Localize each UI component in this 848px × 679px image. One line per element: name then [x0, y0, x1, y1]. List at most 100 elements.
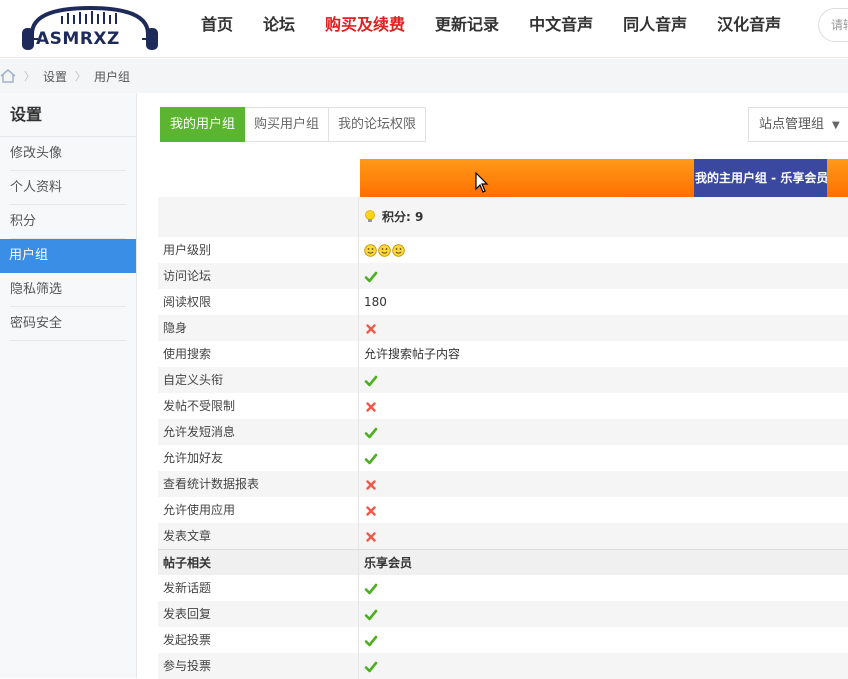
permission-label: 使用搜索 [158, 341, 359, 367]
breadcrumb-separator: 〉 [24, 70, 35, 83]
sidebar-item-privacy[interactable]: 隐私筛选 [10, 273, 126, 307]
permission-label: 发起投票 [158, 627, 359, 653]
permission-label: 查看统计数据报表 [158, 471, 359, 497]
permission-value [359, 471, 848, 497]
admin-group-label: 站点管理组 [759, 117, 825, 132]
permission-label: 允许使用应用 [158, 497, 359, 523]
check-icon [364, 583, 378, 594]
table-row: 发表文章 [158, 523, 848, 549]
check-icon [364, 453, 378, 464]
permission-value: 180 [364, 295, 387, 309]
nav-purchase[interactable]: 购买及续费 [310, 0, 420, 58]
logo-text: ASMRXZ [36, 29, 120, 49]
check-icon [364, 661, 378, 672]
breadcrumb-usergroup[interactable]: 用户组 [94, 68, 130, 85]
permission-label: 允许加好友 [158, 445, 359, 471]
main-group-badge: 我的主用户组 - 乐享会员 [694, 159, 827, 197]
breadcrumb-bar: 〉 设置 〉 用户组 [0, 59, 848, 93]
chevron-down-icon: ▼ [832, 120, 840, 131]
table-row: 查看统计数据报表 [158, 471, 848, 497]
cross-icon [366, 401, 376, 412]
sidebar-item-points[interactable]: 积分 [10, 205, 126, 239]
sidebar-item-avatar[interactable]: 修改头像 [10, 137, 126, 171]
sidebar-title: 设置 [0, 93, 136, 137]
permission-label: 发帖不受限制 [158, 393, 359, 419]
points-label: 积分: 9 [382, 210, 424, 224]
breadcrumb-settings[interactable]: 设置 [43, 68, 67, 85]
search-input[interactable]: 请输 [818, 8, 848, 42]
table-header-blank [158, 159, 359, 197]
sidebar-item-profile[interactable]: 个人资料 [10, 171, 126, 205]
nav-forum[interactable]: 论坛 [248, 0, 310, 58]
tab-my-usergroup[interactable]: 我的用户组 [160, 107, 246, 142]
cross-icon [366, 531, 376, 542]
permission-value [359, 393, 848, 419]
cross-icon [366, 505, 376, 516]
table-row: 发起投票 [158, 627, 848, 653]
permission-value [359, 419, 848, 445]
site-logo[interactable]: ASMRXZ [18, 4, 163, 54]
lightbulb-icon [365, 210, 375, 222]
home-icon[interactable] [0, 69, 16, 83]
permission-label: 发表文章 [158, 523, 359, 549]
section-group-name: 乐享会员 [364, 556, 413, 570]
permission-value [359, 627, 848, 653]
sidebar-item-usergroup[interactable]: 用户组 [0, 239, 136, 273]
admin-group-dropdown[interactable]: 站点管理组 ▼ [748, 107, 848, 142]
section-header-row: 帖子相关 乐享会员 [158, 549, 848, 575]
nav-chinese-audio[interactable]: 中文音声 [514, 0, 608, 58]
section-label: 帖子相关 [158, 550, 359, 575]
permission-label: 发表回复 [158, 601, 359, 627]
permission-value [359, 653, 848, 679]
level-smiley-icon [392, 244, 405, 257]
tab-buy-usergroup[interactable]: 购买用户组 [245, 107, 330, 142]
permission-value [359, 263, 848, 289]
check-icon [364, 609, 378, 620]
permission-value [359, 367, 848, 393]
table-row: 允许使用应用 [158, 497, 848, 523]
permission-value [359, 601, 848, 627]
table-row: 阅读权限 180 [158, 289, 848, 315]
site-header: ASMRXZ 首页 论坛 购买及续费 更新记录 中文音声 同人音声 汉化音声 请… [0, 0, 848, 58]
permission-label: 发新话题 [158, 575, 359, 601]
check-icon [364, 271, 378, 282]
table-row: 发表回复 [158, 601, 848, 627]
nav-doujin-audio[interactable]: 同人音声 [608, 0, 702, 58]
points-row-label [158, 197, 359, 237]
permission-label: 用户级别 [158, 237, 359, 263]
sidebar-item-password[interactable]: 密码安全 [10, 307, 126, 341]
nav-home[interactable]: 首页 [186, 0, 248, 58]
cross-icon [366, 479, 376, 490]
permission-label: 参与投票 [158, 653, 359, 679]
usergroup-tabs: 我的用户组 购买用户组 我的论坛权限 [160, 107, 427, 142]
points-row: 积分: 9 [158, 197, 848, 237]
settings-sidebar: 设置 修改头像 个人资料 积分 用户组 隐私筛选 密码安全 [0, 93, 137, 678]
level-smiley-icon [364, 244, 377, 257]
points-value: 积分: 9 [359, 197, 848, 237]
main-nav: 首页 论坛 购买及续费 更新记录 中文音声 同人音声 汉化音声 [186, 0, 796, 58]
nav-translated-audio[interactable]: 汉化音声 [702, 0, 796, 58]
table-row: 参与投票 [158, 653, 848, 679]
breadcrumb: 〉 设置 〉 用户组 [0, 59, 130, 93]
group-header-bar-tail [827, 159, 848, 197]
table-row: 发新话题 [158, 575, 848, 601]
table-row: 访问论坛 [158, 263, 848, 289]
mouse-cursor-icon [475, 172, 489, 193]
permission-label: 隐身 [158, 315, 359, 341]
permission-label: 允许发短消息 [158, 419, 359, 445]
check-icon [364, 427, 378, 438]
permission-value [359, 315, 848, 341]
permission-label: 阅读权限 [158, 289, 359, 315]
table-row: 使用搜索 允许搜索帖子内容 [158, 341, 848, 367]
breadcrumb-separator: 〉 [75, 70, 87, 83]
table-row: 允许发短消息 [158, 419, 848, 445]
table-row: 用户级别 [158, 237, 848, 263]
cross-icon [366, 323, 376, 334]
nav-changelog[interactable]: 更新记录 [420, 0, 514, 58]
tab-forum-permissions[interactable]: 我的论坛权限 [329, 107, 427, 142]
level-smiley-icon [378, 244, 391, 257]
permission-label: 自定义头衔 [158, 367, 359, 393]
permission-value [359, 523, 848, 549]
table-row: 发帖不受限制 [158, 393, 848, 419]
table-row: 允许加好友 [158, 445, 848, 471]
